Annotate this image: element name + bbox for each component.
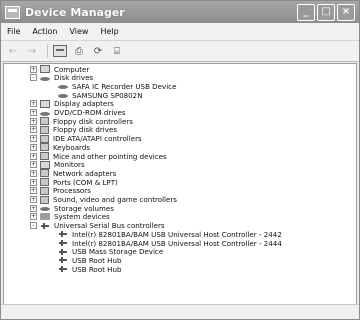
expand-toggle[interactable]: + bbox=[30, 109, 37, 116]
expand-toggle[interactable]: + bbox=[30, 187, 37, 195]
disk-icon bbox=[40, 207, 50, 212]
collapse-toggle[interactable]: - bbox=[30, 222, 37, 230]
expand-toggle[interactable]: + bbox=[30, 100, 37, 108]
expand-toggle[interactable]: + bbox=[30, 135, 37, 143]
toolbar: ← → ⎙ ⟳ ⌸ bbox=[1, 41, 359, 62]
menu-file[interactable]: File bbox=[1, 27, 26, 36]
folder-icon bbox=[40, 213, 50, 221]
window-title: Device Manager bbox=[25, 5, 125, 19]
expand-toggle[interactable]: + bbox=[30, 161, 37, 169]
expand-toggle[interactable]: + bbox=[30, 117, 37, 125]
close-button[interactable]: × bbox=[337, 3, 355, 21]
expand-toggle[interactable]: + bbox=[30, 65, 37, 73]
menu-help[interactable]: Help bbox=[94, 27, 124, 36]
expand-toggle[interactable]: + bbox=[30, 169, 37, 177]
disk-icon bbox=[58, 85, 68, 90]
disk-icon bbox=[58, 94, 68, 99]
menu-view[interactable]: View bbox=[63, 27, 94, 36]
menu-bar: File Action View Help bbox=[1, 23, 359, 41]
print-icon[interactable]: ⎙ bbox=[71, 44, 87, 58]
title-bar: Device Manager _ □ × bbox=[1, 1, 359, 23]
device-manager-window: Device Manager _ □ × File Action View He… bbox=[0, 0, 360, 320]
disk-icon bbox=[40, 76, 50, 81]
expand-toggle[interactable]: + bbox=[30, 152, 37, 160]
expand-toggle[interactable]: + bbox=[30, 204, 37, 212]
expand-toggle[interactable]: + bbox=[30, 178, 37, 186]
forward-arrow-icon[interactable]: → bbox=[24, 44, 40, 58]
properties-icon[interactable] bbox=[52, 44, 68, 58]
expand-toggle[interactable]: + bbox=[30, 213, 37, 221]
expand-toggle[interactable]: + bbox=[30, 126, 37, 134]
expand-toggle[interactable]: + bbox=[30, 196, 37, 203]
back-arrow-icon[interactable]: ← bbox=[5, 44, 21, 58]
maximize-button[interactable]: □ bbox=[317, 3, 335, 21]
status-bar bbox=[1, 304, 359, 319]
collapse-toggle[interactable]: - bbox=[30, 74, 37, 82]
tree-row[interactable]: USB Root Hub bbox=[58, 264, 121, 274]
refresh-icon[interactable]: ⟳ bbox=[90, 44, 106, 58]
tree-row-label: USB Root Hub bbox=[72, 264, 122, 274]
device-tree: + Computer - Disk drives SAFA IC Recorder US… bbox=[3, 63, 357, 307]
usb-icon bbox=[40, 222, 50, 230]
expand-toggle[interactable]: + bbox=[30, 143, 37, 151]
help-icon[interactable]: ⌸ bbox=[109, 44, 125, 58]
disk-icon bbox=[40, 111, 50, 116]
menu-action[interactable]: Action bbox=[26, 27, 63, 36]
minimize-button[interactable]: _ bbox=[297, 3, 315, 21]
toolbar-separator bbox=[47, 44, 48, 58]
usb-icon bbox=[58, 265, 68, 273]
device-manager-icon bbox=[5, 5, 20, 19]
